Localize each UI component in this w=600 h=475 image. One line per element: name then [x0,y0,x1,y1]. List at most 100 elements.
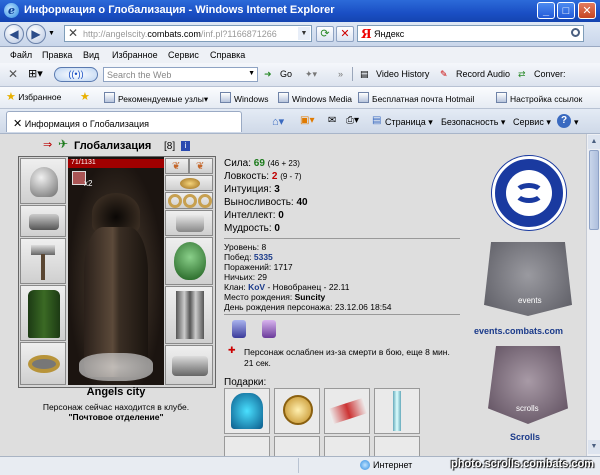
record-audio-button[interactable]: Record Audio [456,69,510,79]
help-dropdown-icon[interactable]: ▾ [574,117,579,128]
safety-menu[interactable]: Безопасность ▾ [441,117,505,128]
boots-icon [172,356,208,376]
minimize-button[interactable]: _ [537,2,555,19]
toolbar-divider [352,67,353,81]
feeds-icon[interactable]: ▣▾ [300,115,314,126]
highlight-icon[interactable]: ✦▾ [305,69,317,80]
detail-birthplace: Место рождения: Suncity [224,292,326,302]
candle-gift-icon [393,391,401,431]
coin-gift-icon [283,395,313,425]
help-icon[interactable]: ? [557,114,571,128]
scrollbar-thumb[interactable] [589,150,599,230]
back-button[interactable]: ◀ [4,24,24,44]
scroll-up-icon[interactable]: ▲ [588,135,600,149]
page-menu[interactable]: Страница ▾ [385,117,433,128]
menu-help[interactable]: Справка [210,50,245,60]
close-toolbar-icon[interactable]: ✕ [8,67,18,81]
gift-item[interactable] [324,388,370,434]
refresh-button[interactable]: ⟳ [316,26,334,42]
bracers-slot[interactable] [20,205,66,237]
more-icon[interactable]: » [338,69,343,79]
favorites-label: Избранное [18,92,62,102]
history-dropdown-icon[interactable]: ▼ [48,30,55,37]
fav-item-recommended[interactable]: Рекомендуемые узлы▾ [104,92,208,105]
menu-tools[interactable]: Сервис [168,50,199,60]
menu-favorites[interactable]: Избранное [112,50,158,60]
gift-item[interactable] [274,436,320,456]
web-search-placeholder: Search the Web [107,70,172,80]
tab-active[interactable]: ✕ Информация о Глобализация [6,111,242,132]
convert-button[interactable]: Conver: [534,69,566,79]
shield-slot[interactable] [165,237,213,285]
address-dropdown-icon[interactable]: ▼ [298,27,310,40]
fav-item-links[interactable]: Настройка ссылок [496,92,582,104]
necklace-slot[interactable] [165,175,213,191]
clan-link[interactable]: KoV [248,282,265,292]
menu-edit[interactable]: Правка [42,50,72,60]
menu-file[interactable]: Файл [10,50,32,60]
fav-item-windows-media[interactable]: Windows Media [278,92,352,104]
location-text: Персонаж сейчас находится в клубе. [42,402,190,412]
add-favorite-icon[interactable]: ★ [80,90,90,103]
scrolls-banner-icon[interactable]: scrolls [488,346,568,424]
menu-view[interactable]: Вид [83,50,99,60]
detail-clan: Клан: KoV - Новобранец - 22.11 [224,282,350,292]
forward-button[interactable]: ▶ [26,24,46,44]
record-audio-icon: ✎ [440,69,448,79]
stop-button[interactable]: ✕ [336,26,354,42]
rings-slot[interactable] [165,192,213,209]
search-icon[interactable] [571,28,580,37]
rank-emblem-icon[interactable] [262,320,276,338]
gift-item[interactable] [274,388,320,434]
helmet-slot[interactable] [20,158,66,204]
menu-bar: Файл Правка Вид Избранное Сервис Справка [0,47,600,64]
clan-emblem-icon[interactable] [232,320,246,338]
gift-item[interactable] [324,436,370,456]
bracers-icon [29,214,59,230]
stat-wisdom: Мудрость: 0 [224,223,280,234]
search-box[interactable]: Я Яндекс [357,25,584,42]
print-icon[interactable]: ⎙▾ [346,115,359,126]
fav-item-hotmail[interactable]: Бесплатная почта Hotmail [358,92,474,104]
home-icon[interactable]: ⌂▾ [272,115,284,128]
belt-slot[interactable] [20,342,66,385]
weapon-slot[interactable] [20,238,66,284]
gift-item[interactable] [374,436,420,456]
legs-slot[interactable] [165,286,213,344]
fav-item-windows[interactable]: Windows [220,92,268,104]
events-banner-icon[interactable]: events [484,242,572,316]
radio-wave-icon[interactable]: ((•)) [54,67,98,82]
gloves-slot[interactable] [165,210,213,236]
vertical-scrollbar[interactable]: ▲ ▼ [586,134,600,456]
web-search-dropdown-icon[interactable]: ▼ [248,70,255,77]
maximize-button[interactable]: □ [557,2,575,19]
gift-item[interactable] [224,436,270,456]
address-bar[interactable]: ✕ http://angelscity.combats.com/inf.pl?1… [64,25,312,42]
ring-icon [183,194,197,208]
web-search-input[interactable]: Search the Web ▼ [103,67,258,82]
scrolls-link[interactable]: Scrolls [510,432,540,442]
clan-logo-icon[interactable] [492,156,566,230]
city-name: Angels city [86,386,146,398]
gift-item[interactable] [224,388,270,434]
service-menu[interactable]: Сервис ▾ [513,117,551,128]
mail-icon[interactable]: ✉ [328,115,336,126]
toolbar-options-icon[interactable]: ⊞▾ [28,67,43,80]
events-link[interactable]: events.combats.com [474,326,563,336]
go-arrow-icon[interactable]: ➜ [264,69,272,80]
detail-level: Уровень: 8 [224,242,267,252]
detail-draws: Ничьих: 29 [224,272,267,282]
scroll-down-icon[interactable]: ▼ [588,440,600,454]
info-icon[interactable]: i [181,141,190,151]
close-button[interactable]: ✕ [578,2,596,19]
armor-slot[interactable] [20,285,66,341]
go-button[interactable]: Go [280,69,292,79]
scrolls-banner-label: scrolls [516,404,539,413]
boots-slot[interactable] [165,345,213,385]
earring-slot[interactable]: ❦ [165,158,189,174]
amulet-slot[interactable]: ❦ [189,158,213,174]
favorites-button[interactable]: ★ Избранное [6,90,61,103]
gift-item[interactable] [374,388,420,434]
ie-logo-icon: e [4,3,19,18]
video-history-button[interactable]: Video History [376,69,429,79]
